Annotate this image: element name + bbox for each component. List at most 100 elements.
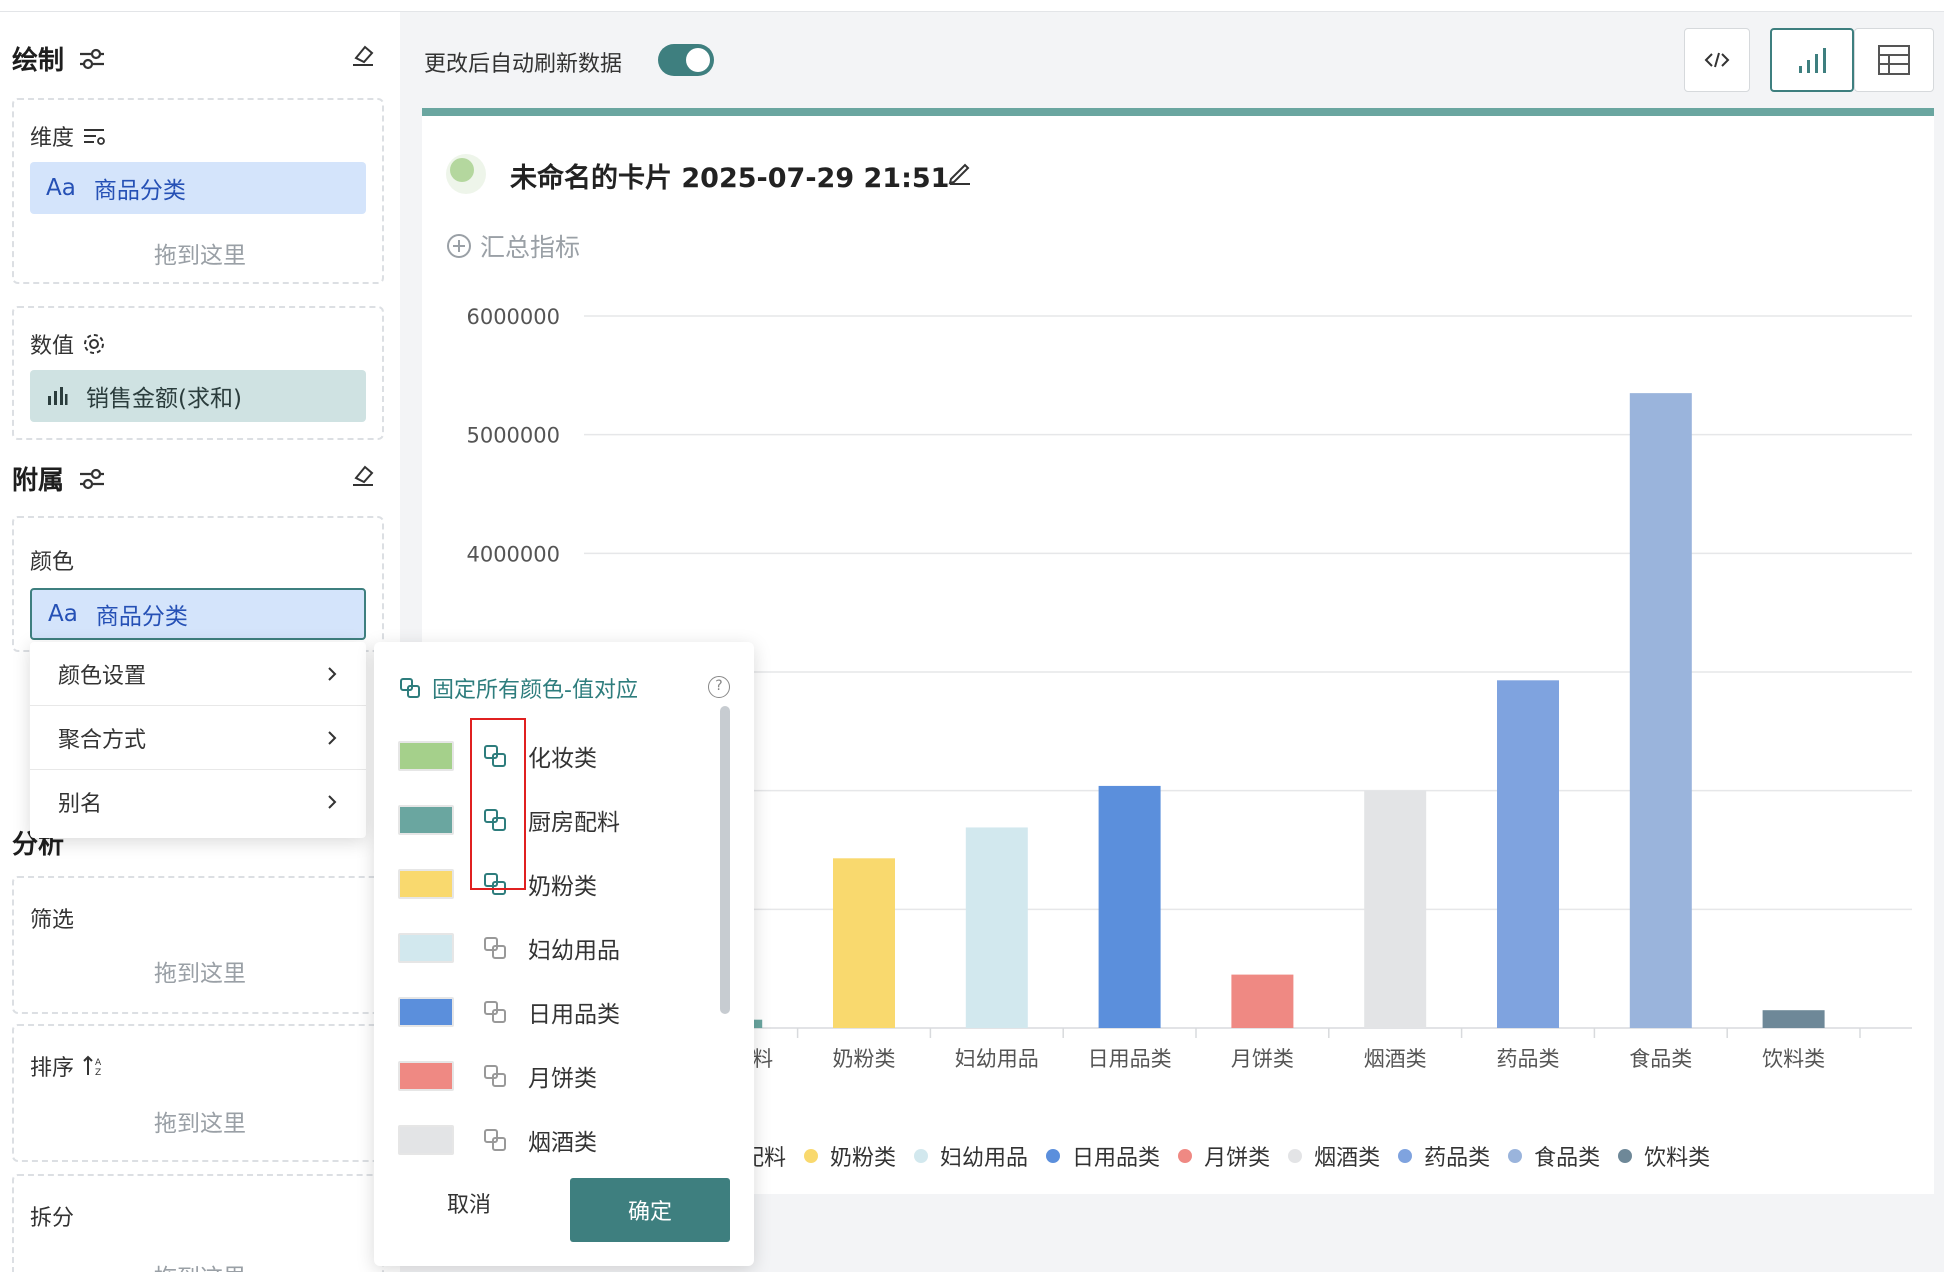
code-icon bbox=[1704, 52, 1730, 68]
bar[interactable] bbox=[1762, 1010, 1825, 1028]
table-view-button[interactable] bbox=[1854, 28, 1934, 92]
legend-label: 奶粉类 bbox=[830, 1146, 897, 1171]
bar-chart-icon bbox=[48, 387, 68, 405]
legend-item[interactable]: 药品类 bbox=[1398, 1140, 1490, 1172]
legend-item[interactable]: 妇幼用品 bbox=[914, 1140, 1028, 1172]
chart-legend: 配料 奶粉类 妇幼用品 日用品类 月饼类 烟酒类 药品类 食品类 饮料类 bbox=[742, 1140, 1710, 1172]
legend-dot bbox=[1618, 1149, 1633, 1163]
field-context-menu: 颜色设置 聚合方式 别名 bbox=[30, 642, 366, 838]
dimension-label: 维度 bbox=[30, 120, 106, 152]
link-lock-icon[interactable] bbox=[482, 1063, 508, 1089]
split-label: 拆分 bbox=[30, 1206, 75, 1231]
bar[interactable] bbox=[833, 858, 895, 1028]
x-tick-label: 食品类 bbox=[1629, 1047, 1692, 1071]
legend-item[interactable]: 饮料类 bbox=[1618, 1140, 1710, 1172]
card-title[interactable]: 未命名的卡片 2025-07-29 21:51 bbox=[510, 156, 949, 195]
auto-refresh-toggle[interactable] bbox=[658, 44, 714, 76]
color-swatch[interactable] bbox=[398, 997, 454, 1027]
settings-sliders-icon[interactable] bbox=[78, 467, 106, 491]
sort-box: 排序 AZ 拖到这里 bbox=[12, 1024, 384, 1162]
top-border bbox=[0, 0, 1944, 12]
value-field-pill[interactable]: 销售金额(求和) bbox=[30, 370, 366, 422]
edit-pencil-icon[interactable] bbox=[946, 158, 974, 186]
menu-item-aggregation[interactable]: 聚合方式 bbox=[30, 706, 366, 770]
color-box: 颜色 Aa 商品分类 bbox=[12, 516, 384, 652]
value-label: 数值 bbox=[30, 328, 106, 360]
sort-icon[interactable]: AZ bbox=[82, 1054, 106, 1078]
legend-label: 饮料类 bbox=[1644, 1146, 1711, 1171]
summary-metrics-button[interactable]: 汇总指标 bbox=[446, 228, 580, 264]
filter-lines-icon[interactable] bbox=[82, 126, 106, 146]
dimension-box: 维度 Aa 商品分类 拖到这里 bbox=[12, 98, 384, 284]
color-swatch[interactable] bbox=[398, 1061, 454, 1091]
bar[interactable] bbox=[1231, 974, 1294, 1028]
color-swatch[interactable] bbox=[398, 869, 454, 899]
code-view-button[interactable] bbox=[1684, 28, 1750, 92]
confirm-button[interactable]: 确定 bbox=[570, 1178, 730, 1242]
color-swatch[interactable] bbox=[398, 933, 454, 963]
y-tick-label: 4000000 bbox=[466, 542, 560, 566]
x-tick-label: 烟酒类 bbox=[1364, 1047, 1427, 1071]
legend-label: 食品类 bbox=[1534, 1146, 1601, 1171]
bar[interactable] bbox=[1098, 785, 1161, 1028]
color-swatch[interactable] bbox=[398, 805, 454, 835]
help-icon[interactable]: ? bbox=[708, 676, 730, 698]
legend-dot bbox=[804, 1149, 819, 1163]
sort-drop-zone[interactable]: 拖到这里 bbox=[14, 1104, 386, 1138]
link-lock-icon[interactable] bbox=[482, 935, 508, 961]
dimension-field-pill[interactable]: Aa 商品分类 bbox=[30, 162, 366, 214]
color-value-name: 化妆类 bbox=[528, 746, 597, 772]
menu-item-color-settings[interactable]: 颜色设置 bbox=[30, 642, 366, 706]
legend-item[interactable]: 月饼类 bbox=[1178, 1140, 1270, 1172]
color-value-row[interactable]: 日用品类 bbox=[398, 992, 620, 1032]
bar[interactable] bbox=[1629, 393, 1692, 1029]
bar[interactable] bbox=[965, 827, 1028, 1028]
bar[interactable] bbox=[1497, 680, 1559, 1028]
legend-item[interactable]: 食品类 bbox=[1508, 1140, 1600, 1172]
eraser-icon[interactable] bbox=[350, 42, 376, 68]
color-field-pill[interactable]: Aa 商品分类 bbox=[30, 588, 366, 640]
color-value-row[interactable]: 月饼类 bbox=[398, 1056, 597, 1096]
cancel-button[interactable]: 取消 bbox=[414, 1172, 524, 1234]
scrollbar[interactable] bbox=[720, 706, 730, 1014]
color-settings-panel: 固定所有颜色-值对应 ? 化妆类 厨房配料 奶粉类 妇幼用品 日用品类 月饼类 烟酒类 取消… bbox=[374, 642, 754, 1266]
bar[interactable] bbox=[1364, 790, 1427, 1028]
color-swatch[interactable] bbox=[398, 1125, 454, 1155]
gear-icon[interactable] bbox=[82, 332, 106, 356]
color-value-row[interactable]: 妇幼用品 bbox=[398, 928, 620, 968]
link-lock-icon[interactable] bbox=[482, 999, 508, 1025]
link-lock-icon[interactable] bbox=[482, 1127, 508, 1153]
x-tick-label: 日用品类 bbox=[1088, 1047, 1172, 1071]
color-value-name: 奶粉类 bbox=[528, 874, 597, 900]
color-swatch[interactable] bbox=[398, 741, 454, 771]
legend-label: 药品类 bbox=[1424, 1146, 1491, 1171]
color-value-name: 妇幼用品 bbox=[528, 938, 620, 964]
legend-label: 月饼类 bbox=[1204, 1146, 1271, 1171]
color-value-row[interactable]: 烟酒类 bbox=[398, 1120, 597, 1160]
menu-item-alias[interactable]: 别名 bbox=[30, 770, 366, 834]
legend-item[interactable]: 烟酒类 bbox=[1288, 1140, 1380, 1172]
attach-section-title: 附属 bbox=[12, 460, 106, 497]
split-drop-zone[interactable]: 拖到这里 bbox=[14, 1258, 386, 1272]
filter-drop-zone[interactable]: 拖到这里 bbox=[14, 954, 386, 988]
legend-dot bbox=[914, 1149, 929, 1163]
legend-label: 日用品类 bbox=[1072, 1146, 1161, 1171]
legend-item[interactable]: 奶粉类 bbox=[804, 1140, 896, 1172]
chevron-right-icon bbox=[328, 730, 337, 745]
chevron-right-icon bbox=[328, 795, 337, 809]
bar-chart-icon bbox=[1799, 48, 1826, 73]
dimension-drop-zone[interactable]: 拖到这里 bbox=[14, 236, 386, 270]
color-value-name: 烟酒类 bbox=[528, 1130, 597, 1156]
legend-dot bbox=[1288, 1149, 1303, 1163]
x-tick-label: 月饼类 bbox=[1231, 1047, 1294, 1071]
legend-item[interactable]: 日用品类 bbox=[1046, 1140, 1160, 1172]
svg-text:A: A bbox=[95, 1058, 102, 1068]
settings-sliders-icon[interactable] bbox=[78, 47, 106, 71]
fix-all-colors-button[interactable]: 固定所有颜色-值对应 bbox=[398, 672, 638, 704]
eraser-icon[interactable] bbox=[350, 462, 376, 488]
chart-view-button[interactable] bbox=[1770, 28, 1854, 92]
draw-section-title: 绘制 bbox=[12, 40, 106, 77]
x-tick-label: 饮料类 bbox=[1762, 1047, 1825, 1071]
color-value-name: 日用品类 bbox=[528, 1002, 620, 1028]
filter-box: 筛选 拖到这里 bbox=[12, 876, 384, 1014]
